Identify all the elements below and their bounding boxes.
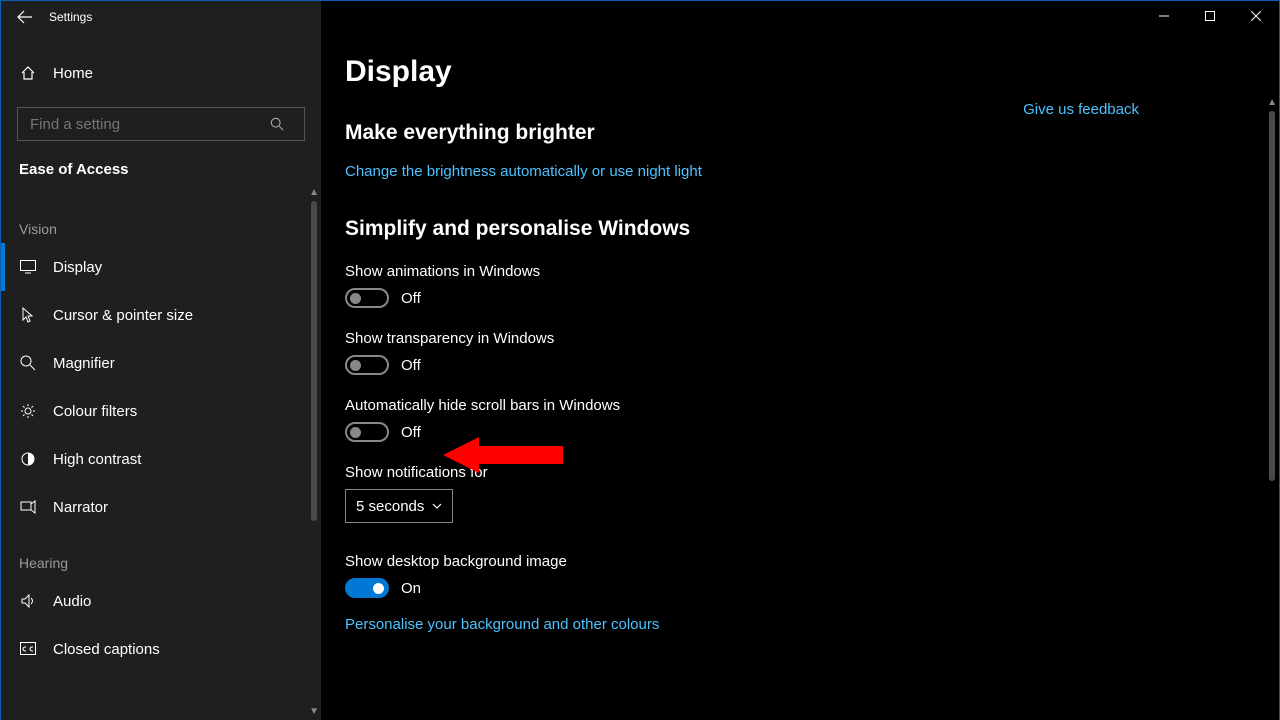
group-hearing-label: Hearing: [1, 531, 321, 577]
search-box[interactable]: [17, 107, 305, 141]
home-label: Home: [53, 65, 93, 82]
window-controls: [1141, 1, 1279, 31]
closed-captions-icon: [19, 640, 37, 658]
main-scrollbar[interactable]: [1269, 111, 1275, 481]
sidebar-item-high-contrast[interactable]: High contrast: [1, 435, 321, 483]
close-icon: [1251, 11, 1261, 21]
titlebar: Settings: [1, 1, 1279, 33]
toggle-state: Off: [401, 357, 421, 374]
sidebar-item-label: Colour filters: [53, 403, 137, 420]
toggle-label-transparency: Show transparency in Windows: [345, 330, 1219, 347]
narrator-icon: [19, 498, 37, 516]
group-vision-label: Vision: [1, 197, 321, 243]
minimize-icon: [1159, 11, 1169, 21]
toggle-row: Off: [345, 355, 1219, 375]
toggle-row: On: [345, 578, 1219, 598]
page-title: Display: [345, 55, 1219, 89]
chevron-down-icon: [432, 503, 442, 509]
home-icon: [19, 64, 37, 82]
sidebar-item-narrator[interactable]: Narrator: [1, 483, 321, 531]
sidebar-item-label: Cursor & pointer size: [53, 307, 193, 324]
sidebar-item-colour-filters[interactable]: Colour filters: [1, 387, 321, 435]
toggle-state: Off: [401, 290, 421, 307]
section-simplify-heading: Simplify and personalise Windows: [345, 217, 1219, 241]
main-content: Display Give us feedback Make everything…: [321, 1, 1279, 720]
chevron-up-icon[interactable]: ▲: [1267, 97, 1277, 108]
close-button[interactable]: [1233, 1, 1279, 31]
toggle-row: Off: [345, 288, 1219, 308]
search-icon: [270, 117, 304, 131]
sidebar-item-label: Narrator: [53, 499, 108, 516]
sidebar-item-label: Display: [53, 259, 102, 276]
back-button[interactable]: [1, 1, 49, 33]
feedback-link[interactable]: Give us feedback: [1023, 101, 1139, 118]
sidebar: Home Ease of Access Vision Display Curso…: [1, 1, 321, 720]
sidebar-item-label: High contrast: [53, 451, 141, 468]
sidebar-item-display[interactable]: Display: [1, 243, 321, 291]
search-container: [1, 97, 321, 141]
toggle-state: Off: [401, 424, 421, 441]
colour-filters-icon: [19, 402, 37, 420]
toggle-row: Off: [345, 422, 1219, 442]
minimize-button[interactable]: [1141, 1, 1187, 31]
high-contrast-icon: [19, 450, 37, 468]
section-brighter-heading: Make everything brighter: [345, 121, 1219, 145]
nav-scroll-area: Vision Display Cursor & pointer size Mag…: [1, 197, 321, 720]
arrow-left-icon: [17, 9, 33, 25]
toggle-animations[interactable]: [345, 288, 389, 308]
sidebar-scrollbar[interactable]: [311, 201, 317, 521]
toggle-label-scrollbars: Automatically hide scroll bars in Window…: [345, 397, 1219, 414]
sidebar-item-cursor[interactable]: Cursor & pointer size: [1, 291, 321, 339]
maximize-button[interactable]: [1187, 1, 1233, 31]
notifications-dropdown[interactable]: 5 seconds: [345, 489, 453, 523]
titlebar-left: Settings: [1, 1, 321, 33]
magnifier-icon: [19, 354, 37, 372]
sidebar-item-closed-captions[interactable]: Closed captions: [1, 625, 321, 673]
sidebar-item-label: Audio: [53, 593, 91, 610]
window-title: Settings: [49, 10, 92, 24]
display-icon: [19, 258, 37, 276]
chevron-down-icon[interactable]: ▼: [309, 706, 319, 717]
search-input[interactable]: [18, 116, 270, 133]
toggle-scrollbars[interactable]: [345, 422, 389, 442]
toggle-label-animations: Show animations in Windows: [345, 263, 1219, 280]
cursor-icon: [19, 306, 37, 324]
notifications-label: Show notifications for: [345, 464, 1219, 481]
settings-window: Settings Home: [0, 0, 1280, 720]
audio-icon: [19, 592, 37, 610]
sidebar-item-label: Closed captions: [53, 641, 160, 658]
home-nav[interactable]: Home: [1, 49, 321, 97]
maximize-icon: [1205, 11, 1215, 21]
toggle-transparency[interactable]: [345, 355, 389, 375]
toggle-state: On: [401, 580, 421, 597]
sidebar-item-audio[interactable]: Audio: [1, 577, 321, 625]
sidebar-item-magnifier[interactable]: Magnifier: [1, 339, 321, 387]
dropdown-value: 5 seconds: [356, 498, 424, 515]
personalise-link[interactable]: Personalise your background and other co…: [345, 616, 659, 633]
section-title: Ease of Access: [1, 141, 321, 186]
chevron-up-icon[interactable]: ▲: [309, 187, 319, 198]
sidebar-item-label: Magnifier: [53, 355, 115, 372]
toggle-desktop-bg[interactable]: [345, 578, 389, 598]
brightness-link[interactable]: Change the brightness automatically or u…: [345, 163, 702, 180]
toggle-label-desktop-bg: Show desktop background image: [345, 553, 1219, 570]
